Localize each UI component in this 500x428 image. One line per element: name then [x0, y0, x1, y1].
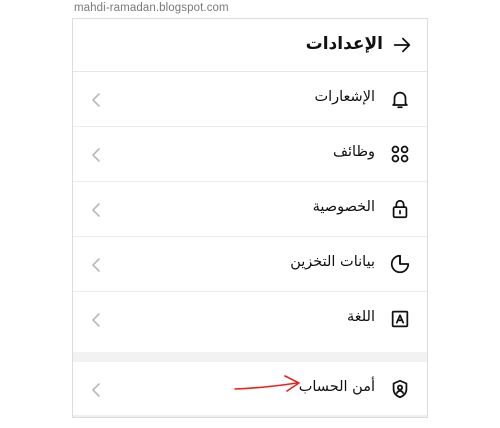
chevron-left-icon	[89, 146, 103, 164]
settings-item-label: اللغة	[346, 309, 375, 325]
settings-header: الإعدادات	[73, 19, 427, 72]
watermark-text: mahdi-ramadan.blogspot.com	[74, 2, 229, 14]
settings-item-language[interactable]: اللغة	[73, 292, 427, 347]
arrow-right-icon[interactable]	[391, 34, 413, 56]
letter-a-frame-icon	[389, 308, 411, 330]
annotation-arrow	[234, 375, 300, 392]
settings-panel: الإعدادات الإشعارات وظائف الخصوصية بيانا…	[72, 18, 428, 418]
settings-item-label: بيانات التخزين	[290, 254, 375, 270]
settings-item-label: الإشعارات	[314, 89, 375, 105]
chevron-left-icon	[89, 201, 103, 219]
settings-item-privacy[interactable]: الخصوصية	[73, 182, 427, 237]
four-circles-grid-icon	[389, 143, 411, 165]
settings-item-label: الخصوصية	[312, 199, 375, 215]
chevron-left-icon	[89, 256, 103, 274]
chevron-left-icon	[89, 91, 103, 109]
page-title: الإعدادات	[305, 34, 383, 54]
lock-icon	[389, 198, 411, 220]
shield-user-icon	[389, 378, 411, 400]
settings-item-functions[interactable]: وظائف	[73, 127, 427, 182]
bell-icon	[389, 88, 411, 110]
bottom-strip	[73, 415, 427, 417]
settings-item-notifications[interactable]: الإشعارات	[73, 72, 427, 127]
settings-item-label: أمن الحساب	[298, 379, 375, 395]
chevron-left-icon	[89, 311, 103, 329]
section-gap	[73, 352, 427, 362]
chevron-left-icon	[89, 381, 103, 399]
settings-item-storage-data[interactable]: بيانات التخزين	[73, 237, 427, 292]
pie-chart-icon	[389, 253, 411, 275]
settings-item-label: وظائف	[332, 144, 375, 160]
